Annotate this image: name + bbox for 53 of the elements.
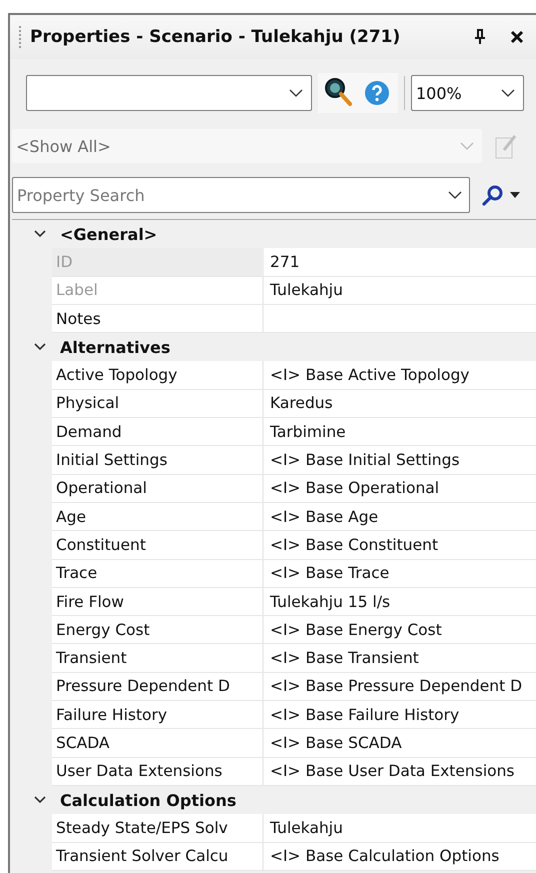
property-name[interactable]: Transient Solver Calcu [52, 842, 264, 870]
close-icon[interactable] [510, 30, 524, 44]
chevron-icon [448, 191, 462, 199]
property-name[interactable]: Energy Cost [52, 616, 264, 644]
property-value[interactable]: Tulekahju 15 l/s [264, 588, 536, 616]
category-label: <General> [59, 224, 158, 244]
category-label: Calculation Options [59, 790, 236, 810]
property-name[interactable]: Trace [52, 560, 264, 587]
property-name[interactable]: Age [52, 502, 264, 530]
property-value[interactable]: <I> Base SCADA [264, 729, 536, 757]
property-value[interactable]: <I> Base Age [264, 502, 536, 530]
property-value[interactable]: <I> Base Operational [264, 474, 536, 502]
window-title: Properties - Scenario - Tulekahju (271) [30, 27, 402, 47]
property-name[interactable]: Demand [52, 418, 264, 446]
property-value[interactable]: <I> Base Calculation Options [264, 842, 536, 870]
property-value[interactable]: <I> Base Constituent [264, 531, 536, 559]
property-name[interactable]: Active Topology [52, 361, 264, 389]
chevron-icon [289, 89, 303, 97]
element-dropdown[interactable] [26, 75, 312, 111]
search-field[interactable]: Property Search [12, 177, 470, 213]
property-value[interactable]: Tarbimine [264, 418, 536, 446]
property-name[interactable]: Fire Flow [52, 588, 264, 616]
property-value[interactable]: Tulekahju [264, 814, 536, 842]
find-icon[interactable] [324, 77, 354, 109]
property-name[interactable]: Failure History [52, 701, 264, 728]
category-label: Alternatives [59, 338, 170, 357]
property-value[interactable]: <I> Base Pressure Dependent D [264, 672, 536, 700]
property-value[interactable]: <I> Base Active Topology [264, 361, 536, 389]
help-icon[interactable] [364, 80, 390, 106]
property-name[interactable]: User Data Extensions [52, 758, 264, 785]
property-name[interactable]: Constituent [52, 531, 264, 559]
chevron-icon [460, 142, 474, 150]
property-value[interactable]: <I> Base Initial Settings [264, 446, 536, 474]
property-name[interactable]: Pressure Dependent D [52, 672, 264, 700]
chevron-icon [501, 89, 515, 97]
property-value[interactable]: <I> Base Trace [264, 560, 536, 587]
zoom-dropdown[interactable]: 100% [411, 75, 524, 111]
property-name[interactable]: Transient [52, 644, 264, 672]
property-value[interactable]: Karedus [264, 390, 536, 418]
pin-icon[interactable] [474, 29, 486, 45]
property-name[interactable]: Notes [52, 304, 264, 332]
caret-icon[interactable] [510, 192, 520, 198]
property-value[interactable]: <I> Base User Data Extensions [264, 758, 536, 785]
grip-icon[interactable] [18, 25, 22, 49]
property-name[interactable]: Operational [52, 474, 264, 502]
property-name[interactable]: Initial Settings [52, 446, 264, 474]
property-name[interactable]: SCADA [52, 729, 264, 757]
property-name[interactable]: Steady State/EPS Solv [52, 814, 264, 842]
property-value[interactable]: <I> Base Transient [264, 644, 536, 672]
property-value[interactable]: <I> Base Energy Cost [264, 616, 536, 644]
search-icon[interactable] [482, 184, 504, 206]
property-value[interactable]: <I> Base Failure History [264, 701, 536, 728]
property-name[interactable]: Physical [52, 390, 264, 418]
